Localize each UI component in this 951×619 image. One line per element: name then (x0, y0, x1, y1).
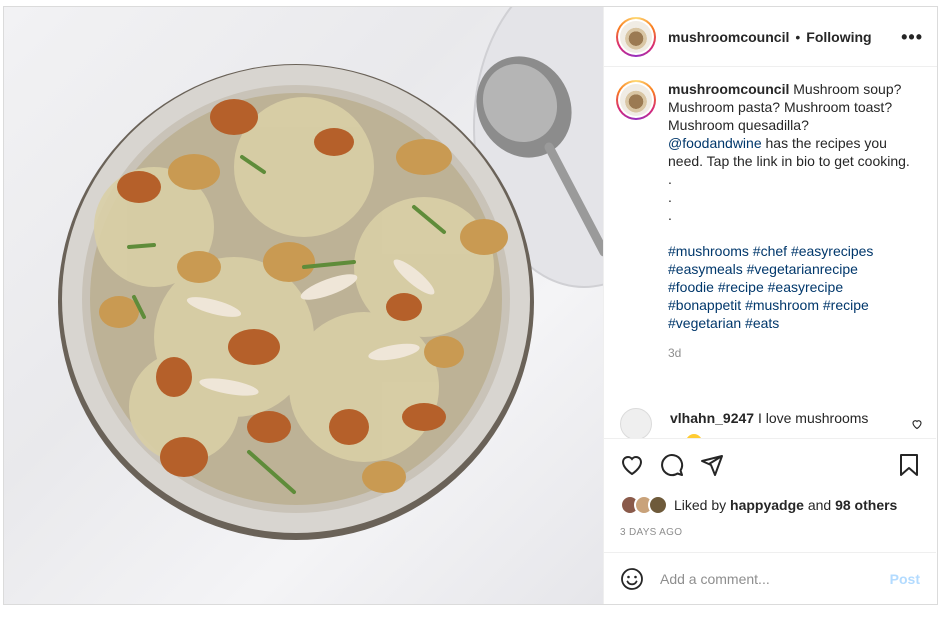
post-header: mushroomcouncil • Following ••• (604, 7, 937, 67)
following-button[interactable]: Following (806, 29, 871, 45)
caption: mushroomcouncil Mushroom soup? Mushroom … (616, 80, 918, 362)
avatar-image (620, 20, 652, 53)
header-separator: • (795, 28, 801, 45)
add-comment-bar: Add a comment... Post (604, 552, 936, 604)
comment-like-icon[interactable] (911, 418, 923, 430)
caption-dots: . . . (668, 171, 672, 223)
hashtag-line[interactable]: #easymeals #vegetarianrecipe (668, 260, 918, 278)
caption-avatar[interactable] (616, 80, 656, 120)
share-icon[interactable] (700, 453, 724, 477)
comment-input[interactable]: Add a comment... (660, 571, 770, 587)
post-button[interactable]: Post (890, 571, 920, 587)
caption-username[interactable]: mushroomcouncil (668, 81, 789, 97)
hashtag-line[interactable]: #vegetarian #eats (668, 314, 918, 332)
food-bowl-illustration (58, 7, 603, 540)
hashtag-line[interactable]: #bonappetit #mushroom #recipe (668, 296, 918, 314)
likes-others[interactable]: 98 others (835, 497, 897, 513)
caption-text: mushroomcouncil Mushroom soup? Mushroom … (668, 80, 918, 362)
bookmark-icon[interactable] (898, 453, 920, 477)
emoji-picker-icon[interactable] (620, 567, 644, 591)
avatar[interactable] (616, 16, 656, 57)
action-bar: Liked by happyadge and 98 others 3 DAYS … (604, 438, 936, 552)
comment-item: vlhahn_9247 I love mushrooms (620, 408, 925, 438)
liked-by-user[interactable]: happyadge (730, 497, 804, 513)
comment-text: I love mushrooms (757, 410, 869, 426)
liker-avatar (648, 495, 668, 515)
header-username[interactable]: mushroomcouncil (668, 29, 789, 45)
heart-icon[interactable] (620, 453, 644, 477)
comment-username[interactable]: vlhahn_9247 (670, 410, 754, 426)
caption-hashtags: #mushrooms #chef #easyrecipes #easymeals… (668, 242, 918, 332)
likes-middle: and (807, 497, 832, 513)
comments-scroll-area[interactable]: mushroomcouncil Mushroom soup? Mushroom … (604, 68, 936, 438)
post-image[interactable] (4, 7, 603, 604)
comment-icon[interactable] (660, 453, 684, 477)
caption-mention[interactable]: @foodandwine (668, 135, 762, 151)
likes-summary: Liked by happyadge and 98 others (620, 495, 897, 515)
post-container: mushroomcouncil • Following ••• mushroom… (3, 6, 938, 605)
hashtag-line[interactable]: #foodie #recipe #easyrecipe (668, 278, 918, 296)
more-options-icon[interactable]: ••• (901, 28, 923, 46)
caption-time[interactable]: 3d (668, 344, 918, 362)
post-date[interactable]: 3 DAYS AGO (620, 527, 682, 538)
likes-prefix: Liked by (674, 497, 727, 513)
hashtag-line[interactable]: #mushrooms #chef #easyrecipes (668, 242, 918, 260)
post-side-panel: mushroomcouncil • Following ••• mushroom… (603, 7, 937, 604)
comment-avatar[interactable] (620, 408, 652, 438)
